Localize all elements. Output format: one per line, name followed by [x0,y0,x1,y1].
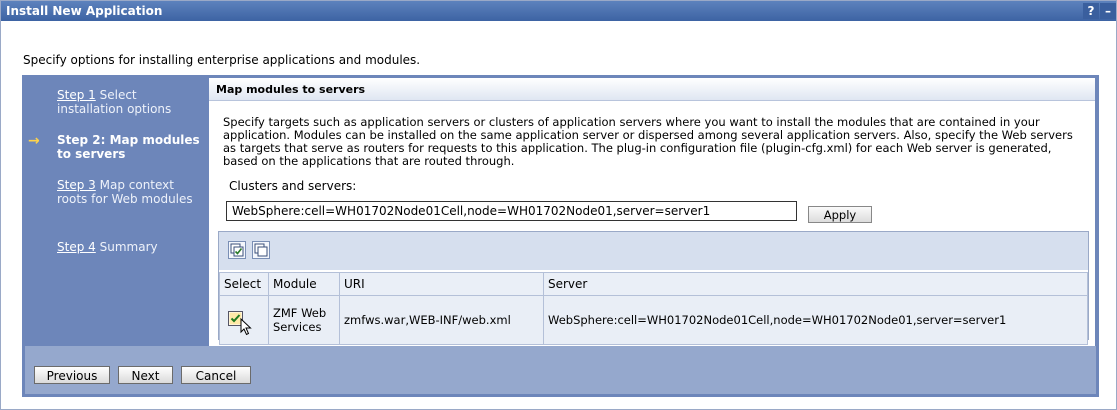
step-4-text: Summary [99,240,158,254]
select-all-icon[interactable] [228,241,246,259]
intro-text: Specify options for installing enterpris… [23,53,421,67]
wizard-step-nav: Step 1 Select installation options → Ste… [22,75,208,346]
col-uri-header: URI [339,272,544,296]
deselect-all-icon[interactable] [252,241,270,259]
arrow-right-icon: → [28,133,40,149]
step-1: Step 1 Select installation options [57,88,202,116]
step-3: Step 3 Map context roots for Web modules [57,178,202,206]
modules-table-box: Select Module URI Server ZMF Web Service… [218,231,1089,345]
table-header-row: Select Module URI Server [219,272,1088,296]
cancel-button[interactable]: Cancel [181,366,251,384]
table-toolbar [219,232,1088,270]
clusters-servers-select[interactable]: WebSphere:cell=WH01702Node01Cell,node=WH… [226,201,797,221]
col-module-header: Module [268,272,340,296]
wizard-button-bar: Previous Next Cancel [22,346,1099,397]
col-server-header: Server [543,272,1088,296]
install-application-portlet: Install New Application ? – Specify opti… [0,0,1117,410]
content-header: Map modules to servers [209,78,1095,101]
step-3-link[interactable]: Step 3 [57,178,96,192]
content-title: Map modules to servers [216,83,366,96]
step-1-link[interactable]: Step 1 [57,88,96,102]
help-button[interactable]: ? [1083,3,1099,19]
step-2-current: Step 2: Map modules to servers [57,133,202,161]
content-panel: Map modules to servers Specify targets s… [209,78,1095,346]
description-text: Specify targets such as application serv… [223,115,1073,168]
step-2-label: Step 2: Map modules to servers [57,133,200,161]
minimize-button[interactable]: – [1100,3,1116,19]
col-select-header: Select [219,272,269,296]
window-title: Install New Application [6,4,163,18]
module-cell: ZMF Web Services [268,295,340,345]
uri-cell: zmfws.war,WEB-INF/web.xml [339,295,544,345]
mouse-cursor-icon [240,318,252,336]
step-4: Step 4 Summary [57,240,202,254]
select-cell [219,295,269,345]
table-row: ZMF Web Services zmfws.war,WEB-INF/web.x… [219,295,1088,345]
step-4-link[interactable]: Step 4 [57,240,96,254]
clusters-label: Clusters and servers: [229,179,357,193]
next-button[interactable]: Next [118,366,173,384]
modules-table: Select Module URI Server ZMF Web Service… [219,272,1088,345]
server-cell: WebSphere:cell=WH01702Node01Cell,node=WH… [543,295,1088,345]
previous-button[interactable]: Previous [34,366,110,384]
apply-button[interactable]: Apply [808,206,872,223]
button-bar-inner: Previous Next Cancel [25,346,1096,394]
title-bar: Install New Application ? – [1,1,1116,21]
wizard-panel: Step 1 Select installation options → Ste… [22,75,1099,397]
